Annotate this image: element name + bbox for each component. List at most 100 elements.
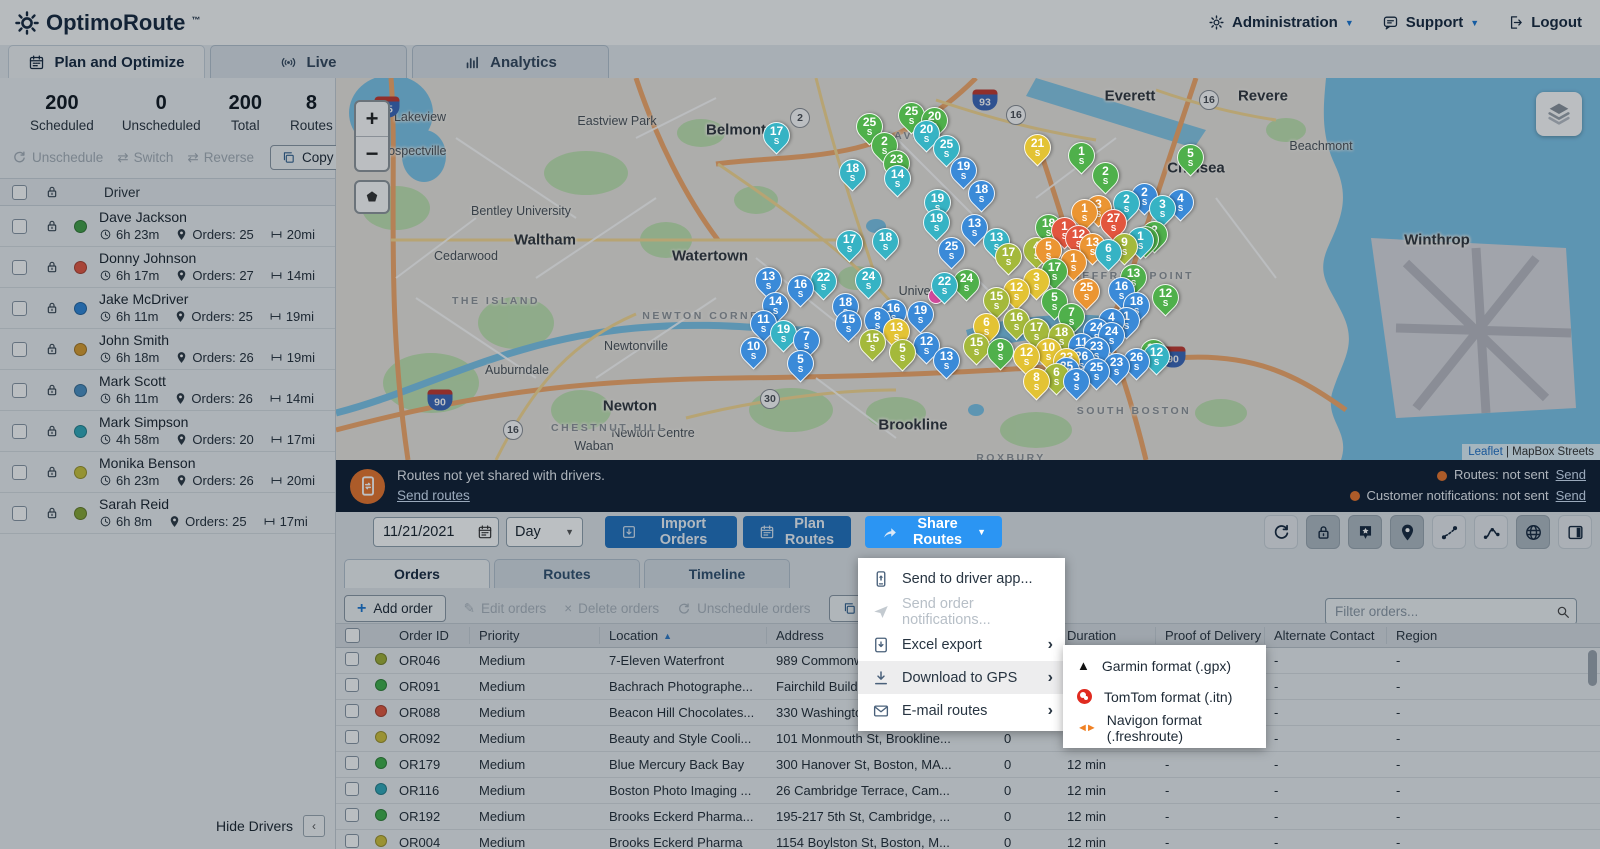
menu-item-mail[interactable]: E-mail routes ›	[858, 694, 1065, 727]
driver-checkbox[interactable]	[12, 383, 27, 398]
column-header[interactable]: Proof of Delivery	[1156, 627, 1265, 644]
lock-routes-button[interactable]	[1306, 515, 1340, 549]
copy-routes-button[interactable]: Copy	[270, 145, 345, 170]
switch-button[interactable]: ⇄ Switch	[117, 150, 173, 166]
nav-logout[interactable]: Logout	[1507, 14, 1582, 31]
tab-orders[interactable]: Orders	[344, 559, 490, 588]
zoom-out-button[interactable]: −	[356, 136, 388, 170]
lock-icon[interactable]	[44, 218, 60, 234]
edit-orders-button[interactable]: ✎ Edit orders	[464, 601, 547, 617]
select-all-orders-checkbox[interactable]	[345, 628, 360, 643]
import-icon	[621, 524, 637, 540]
collapse-drivers-button[interactable]: ‹	[303, 815, 325, 837]
poi-marker-button[interactable]	[1348, 515, 1382, 549]
driver-row[interactable]: Mark Scott 6h 11m Orders: 26 14mi	[0, 370, 335, 411]
route-map[interactable]: BelmontWalthamWatertownNewtonBrooklineCh…	[336, 78, 1600, 460]
driver-checkbox[interactable]	[12, 465, 27, 480]
order-row[interactable]: OR192MediumBrooks Eckerd Pharma...195-21…	[336, 804, 1600, 830]
order-checkbox[interactable]	[345, 704, 359, 718]
menu-item-doc[interactable]: Excel export ›	[858, 628, 1065, 661]
calendar-icon[interactable]	[477, 524, 493, 540]
driver-checkbox[interactable]	[12, 219, 27, 234]
add-order-button[interactable]: + Add order	[344, 595, 446, 622]
plan-routes-button[interactable]: Plan Routes	[743, 516, 851, 548]
order-row[interactable]: OR179MediumBlue Mercury Back Bay300 Hano…	[336, 752, 1600, 778]
driver-checkbox[interactable]	[12, 342, 27, 357]
driver-row[interactable]: Mark Simpson 4h 58m Orders: 20 17mi	[0, 411, 335, 452]
reverse-button[interactable]: ⇄ Reverse	[187, 150, 254, 166]
lock-icon[interactable]	[44, 341, 60, 357]
send-routes-link[interactable]: Send routes	[397, 488, 470, 503]
share-routes-button[interactable]: Share Routes ▼	[865, 516, 1002, 548]
route-stops-button[interactable]	[1432, 515, 1466, 549]
column-header[interactable]: Priority	[470, 627, 600, 644]
send-link[interactable]: Send	[1556, 486, 1586, 507]
zoom-in-button[interactable]: +	[356, 102, 388, 136]
range-select[interactable]: Day ▼	[506, 517, 583, 547]
menu-item-phone[interactable]: Send to driver app...	[858, 562, 1065, 595]
import-orders-button[interactable]: Import Orders	[605, 516, 737, 548]
lock-icon[interactable]	[44, 259, 60, 275]
driver-row[interactable]: Monika Benson 6h 23m Orders: 26 20mi	[0, 452, 335, 493]
lock-icon[interactable]	[44, 382, 60, 398]
driver-row[interactable]: Sarah Reid 6h 8m Orders: 25 17mi	[0, 493, 335, 534]
polygon-select-button[interactable]	[354, 180, 390, 214]
order-checkbox[interactable]	[345, 782, 359, 796]
refresh-button[interactable]	[1264, 515, 1298, 549]
column-header[interactable]: Location ▲	[600, 627, 767, 644]
nav-administration[interactable]: Administration▼	[1208, 14, 1354, 31]
driver-row[interactable]: Donny Johnson 6h 17m Orders: 27 14mi	[0, 247, 335, 288]
order-row[interactable]: OR004MediumBrooks Eckerd Pharma1154 Boyl…	[336, 830, 1600, 849]
column-header[interactable]: Duration	[1058, 627, 1156, 644]
table-scrollbar-thumb[interactable]	[1588, 650, 1597, 686]
tab-routes[interactable]: Routes	[494, 559, 640, 588]
route-paths-button[interactable]	[1474, 515, 1508, 549]
send-link[interactable]: Send	[1556, 465, 1586, 486]
column-header[interactable]: Order ID	[390, 627, 470, 644]
filter-orders-input[interactable]	[1325, 598, 1577, 625]
driver-checkbox[interactable]	[12, 424, 27, 439]
select-all-drivers-checkbox[interactable]	[12, 185, 27, 200]
tab-live[interactable]: Live	[210, 45, 407, 78]
order-checkbox[interactable]	[345, 808, 359, 822]
tab-timeline[interactable]: Timeline	[644, 559, 790, 588]
order-row[interactable]: OR116MediumBoston Photo Imaging ...26 Ca…	[336, 778, 1600, 804]
order-checkbox[interactable]	[345, 756, 359, 770]
unschedule-button[interactable]: Unschedule	[12, 150, 103, 165]
lock-icon[interactable]	[44, 423, 60, 439]
refresh-icon	[677, 602, 691, 616]
delete-orders-button[interactable]: × Delete orders	[564, 601, 659, 616]
lock-icon[interactable]	[44, 505, 60, 521]
driver-row[interactable]: John Smith 6h 18m Orders: 26 19mi	[0, 329, 335, 370]
driver-checkbox[interactable]	[12, 506, 27, 521]
column-header[interactable]: Alternate Contact	[1265, 627, 1387, 644]
panel-toggle-button[interactable]	[1558, 515, 1592, 549]
tab-analytics[interactable]: Analytics	[412, 45, 609, 78]
nav-support[interactable]: Support▼	[1382, 14, 1479, 31]
tab-plan-and-optimize[interactable]: Plan and Optimize	[8, 45, 205, 78]
order-checkbox[interactable]	[345, 652, 359, 666]
unschedule-orders-button[interactable]: Unschedule orders	[677, 601, 810, 616]
map-view-button[interactable]	[1516, 515, 1550, 549]
driver-row[interactable]: Jake McDriver 6h 11m Orders: 25 19mi	[0, 288, 335, 329]
menu-item-plane[interactable]: Send order notifications...	[858, 595, 1065, 628]
order-checkbox[interactable]	[345, 678, 359, 692]
show-pins-button[interactable]	[1390, 515, 1424, 549]
column-header[interactable]: Region	[1387, 627, 1592, 644]
doc-icon	[872, 636, 890, 654]
order-checkbox[interactable]	[345, 730, 359, 744]
driver-checkbox[interactable]	[12, 301, 27, 316]
menu-item-download[interactable]: Download to GPS ›	[858, 661, 1065, 694]
submenu-item-garmin[interactable]: ▲ Garmin format (.gpx)	[1063, 650, 1266, 681]
route-number-badge: 16	[1199, 90, 1219, 110]
lock-icon[interactable]	[44, 300, 60, 316]
driver-checkbox[interactable]	[12, 260, 27, 275]
driver-row[interactable]: Dave Jackson 6h 23m Orders: 25 20mi	[0, 206, 335, 247]
map-layers-button[interactable]	[1536, 92, 1582, 136]
route-color-dot	[74, 466, 87, 479]
submenu-item-navigon[interactable]: ◄► Navigon format (.freshroute)	[1063, 712, 1266, 743]
submenu-item-tomtom[interactable]: TomTom format (.itn)	[1063, 681, 1266, 712]
lock-icon[interactable]	[44, 464, 60, 480]
order-checkbox[interactable]	[345, 834, 359, 848]
leaflet-link[interactable]: Leaflet	[1468, 446, 1503, 458]
